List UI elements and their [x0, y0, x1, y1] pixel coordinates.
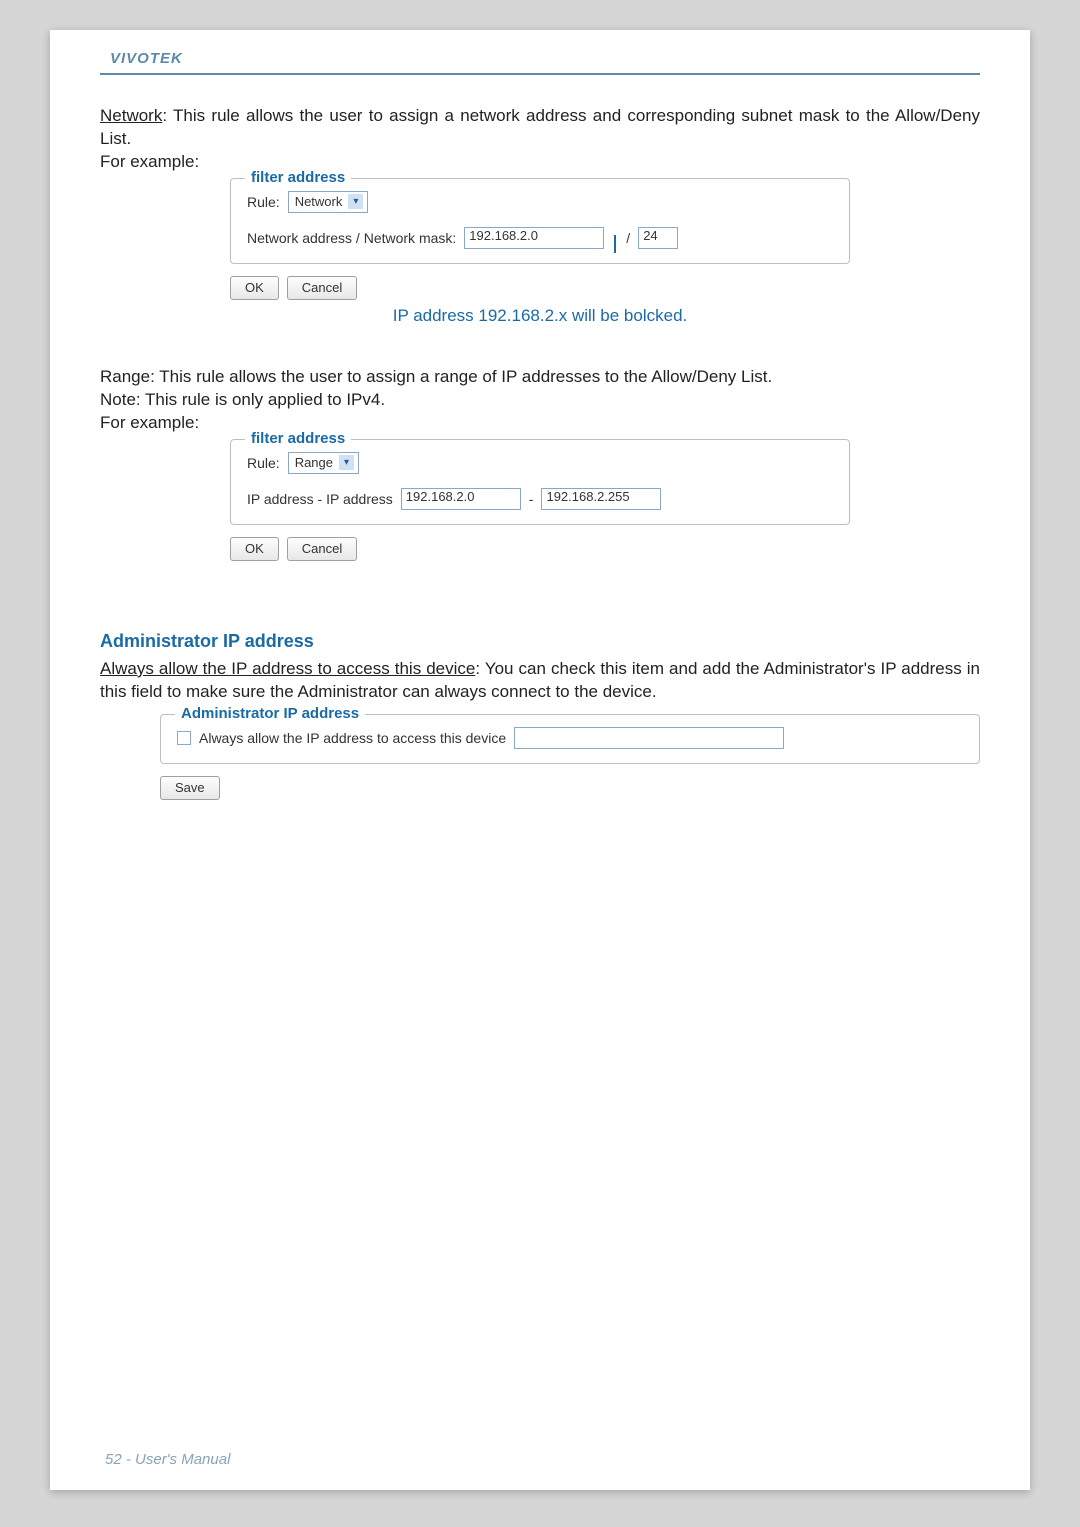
network-lead: Network: [100, 106, 162, 125]
network-rest: : This rule allows the user to assign a …: [100, 106, 980, 148]
filter-address-panel-2: filter address Rule: Range ▾ IP address …: [230, 439, 850, 525]
always-allow-checkbox[interactable]: [177, 731, 191, 745]
dash: -: [529, 491, 534, 507]
chevron-down-icon: ▾: [348, 194, 363, 209]
page-footer: 52 - User's Manual: [105, 1451, 230, 1468]
filter-address-legend-2: filter address: [245, 430, 351, 447]
network-mask-input[interactable]: 24: [638, 227, 678, 249]
rule-select-value-1: Network: [295, 194, 343, 209]
callout-line-1: [614, 235, 616, 253]
network-address-input[interactable]: 192.168.2.0: [464, 227, 604, 249]
ip-range-label: IP address - IP address: [247, 491, 393, 507]
range-line1: Range: This rule allows the user to assi…: [100, 366, 980, 389]
save-button[interactable]: Save: [160, 776, 220, 800]
ip-from-input[interactable]: 192.168.2.0: [401, 488, 521, 510]
chevron-down-icon: ▾: [339, 455, 354, 470]
ip-to-input[interactable]: 192.168.2.255: [541, 488, 661, 510]
filter-address-legend-1: filter address: [245, 169, 351, 186]
network-paragraph: Network: This rule allows the user to as…: [100, 105, 980, 151]
admin-paragraph: Always allow the IP address to access th…: [100, 658, 980, 704]
for-example-2: For example:: [100, 412, 980, 435]
slash: /: [626, 230, 630, 246]
rule-select-value-2: Range: [295, 455, 333, 470]
for-example-1: For example:: [100, 151, 980, 174]
always-allow-label: Always allow the IP address to access th…: [199, 730, 506, 746]
cancel-button-1[interactable]: Cancel: [287, 276, 357, 300]
rule-label-1: Rule:: [247, 194, 280, 210]
admin-ip-panel: Administrator IP address Always allow th…: [160, 714, 980, 764]
network-mask-label: Network address / Network mask:: [247, 230, 456, 246]
rule-select-2[interactable]: Range ▾: [288, 452, 359, 474]
admin-heading: Administrator IP address: [100, 631, 980, 652]
page: VIVOTEK Network: This rule allows the us…: [50, 30, 1030, 1490]
range-line2: Note: This rule is only applied to IPv4.: [100, 389, 980, 412]
brand-logo: VIVOTEK: [100, 50, 980, 67]
cancel-button-2[interactable]: Cancel: [287, 537, 357, 561]
admin-lead: Always allow the IP address to access th…: [100, 659, 475, 678]
admin-ip-legend: Administrator IP address: [175, 705, 365, 722]
rule-select-1[interactable]: Network ▾: [288, 191, 369, 213]
header-divider: [100, 73, 980, 75]
filter-address-panel-1: filter address Rule: Network ▾ Network a…: [230, 178, 850, 264]
ok-button-2[interactable]: OK: [230, 537, 279, 561]
filter1-caption: IP address 192.168.2.x will be bolcked.: [230, 306, 850, 326]
admin-ip-input[interactable]: [514, 727, 784, 749]
ok-button-1[interactable]: OK: [230, 276, 279, 300]
rule-label-2: Rule:: [247, 455, 280, 471]
